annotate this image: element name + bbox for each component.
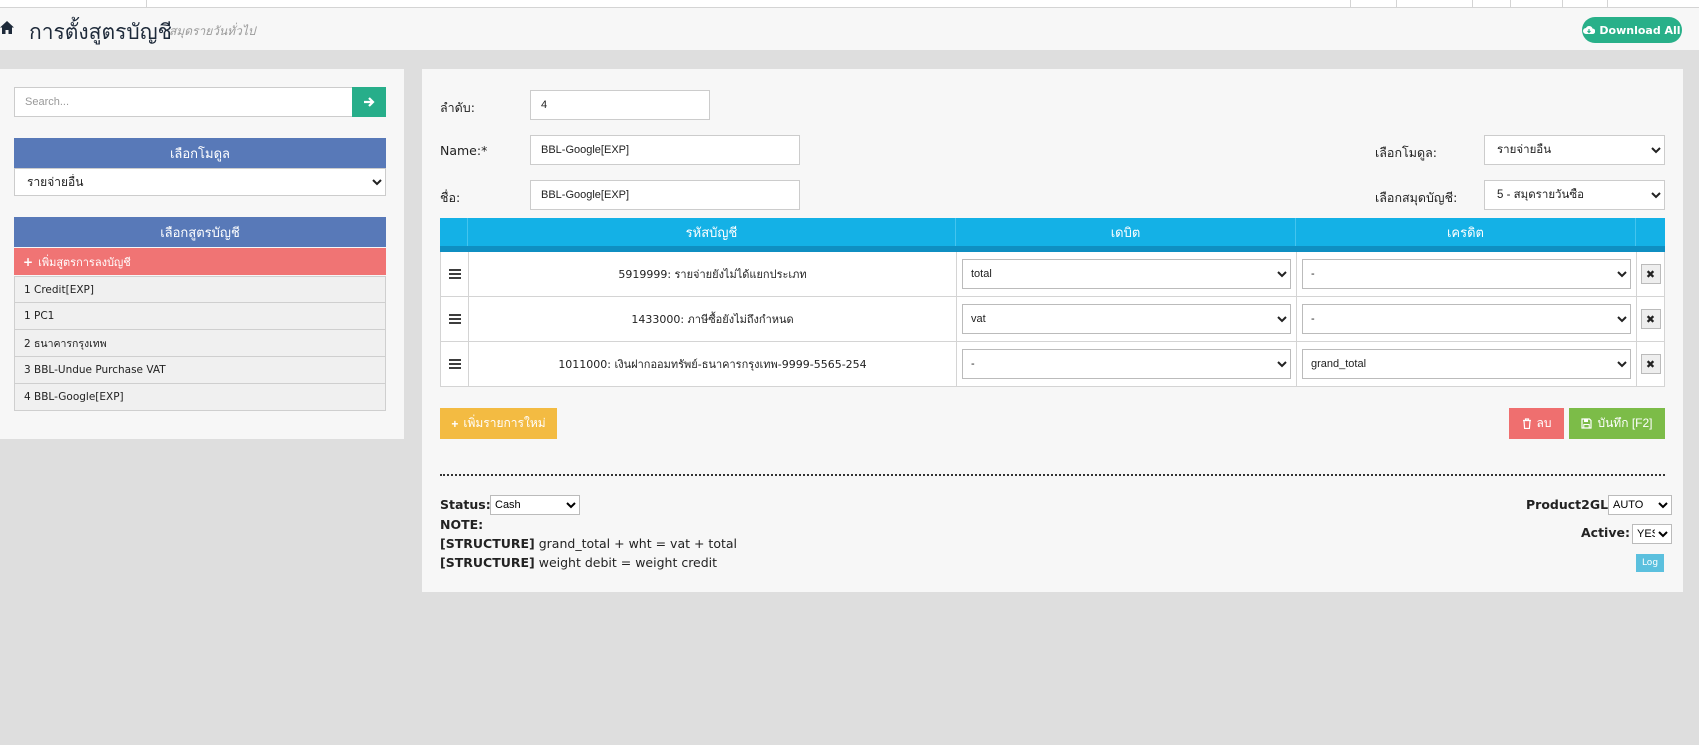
download-all-label: Download All (1599, 23, 1681, 37)
close-icon: ✖ (1645, 357, 1656, 371)
plus-icon: + (23, 254, 34, 269)
structure-tag: [STRUCTURE] (440, 536, 535, 551)
module-header: เลือกโมดูล (14, 138, 386, 168)
table-row: 5919999: รายจ่ายยังไม่ได้แยกประเภท total… (440, 252, 1665, 297)
table-row: 1011000: เงินฝากออมทรัพย์-ธนาคารกรุงเทพ-… (440, 342, 1665, 387)
module-label: เลือกโมดูล: (1375, 145, 1437, 160)
formula-list: 1 Credit[EXP] 1 PC1 2 ธนาคารกรุงเทพ 3 BB… (14, 276, 386, 411)
note-label: NOTE: (440, 517, 484, 532)
debit-select[interactable]: vat (962, 304, 1291, 334)
close-icon: ✖ (1645, 312, 1656, 326)
delete-button[interactable]: ลบ (1509, 408, 1564, 439)
table-row: 1433000: ภาษีซื้อยังไม่ถึงกำหนด vat - ✖ (440, 297, 1665, 342)
structure-tag: [STRUCTURE] (440, 555, 535, 570)
name-label: Name:* (440, 143, 488, 158)
page-title: การตั้งสูตรบัญชี (29, 20, 172, 44)
formula-item[interactable]: 4 BBL-Google[EXP] (14, 384, 386, 411)
remove-row-button[interactable]: ✖ (1640, 264, 1661, 284)
arrow-right-icon (364, 97, 375, 107)
cloud-download-icon (1583, 26, 1596, 34)
thai-name-label: ชื่อ: (440, 190, 461, 205)
structure-text: weight debit = weight credit (538, 555, 718, 570)
active-label: Active: (1581, 525, 1630, 540)
credit-select[interactable]: grand_total (1302, 349, 1631, 379)
sidebar-panel: เลือกโมดูล รายจ่ายอื่น เลือกสูตรบัญชี + … (0, 69, 404, 439)
close-icon: ✖ (1645, 267, 1656, 281)
debit-column-header: เดบิต (956, 218, 1296, 246)
module-select-main[interactable]: รายจ่ายอื่น (1484, 135, 1665, 165)
download-all-button[interactable]: Download All (1582, 17, 1682, 43)
credit-select[interactable]: - (1302, 304, 1631, 334)
account-table: รหัสบัญชี เดบิต เครดิต 5919999: รายจ่ายย… (440, 218, 1665, 387)
active-select[interactable]: YES (1632, 524, 1672, 544)
remove-row-button[interactable]: ✖ (1640, 354, 1661, 374)
table-header: รหัสบัญชี เดบิต เครดิต (440, 218, 1665, 252)
top-nav-strip (0, 0, 1699, 8)
status-select[interactable]: Cash (490, 495, 580, 515)
journal-select[interactable]: 5 - สมุดรายวันซื้อ (1484, 180, 1665, 210)
code-column-header: รหัสบัญชี (468, 218, 956, 246)
formula-editor-panel: ลำดับ: Name:* ชื่อ: เลือกโมดูล: รายจ่ายอ… (422, 69, 1683, 592)
formula-header: เลือกสูตรบัญชี (14, 217, 386, 247)
product2gl-select[interactable]: AUTO (1608, 495, 1672, 515)
trash-icon (1522, 418, 1531, 429)
formula-item[interactable]: 1 PC1 (14, 303, 386, 330)
add-formula-button[interactable]: + เพิ่มสูตรการลงบัญชี (14, 248, 386, 275)
floppy-disk-icon (1581, 418, 1593, 429)
delete-label: ลบ (1536, 416, 1552, 430)
action-column-header (1636, 218, 1665, 246)
search-input[interactable] (14, 87, 353, 117)
handle-column-header (440, 218, 468, 246)
formula-item[interactable]: 3 BBL-Undue Purchase VAT (14, 357, 386, 384)
account-code: 1433000: ภาษีซื้อยังไม่ถึงกำหนด (469, 297, 957, 341)
remove-row-button[interactable]: ✖ (1640, 309, 1661, 329)
debit-select[interactable]: total (962, 259, 1291, 289)
home-icon[interactable] (0, 20, 14, 36)
formula-item[interactable]: 2 ธนาคารกรุงเทพ (14, 330, 386, 357)
search-button[interactable] (352, 87, 386, 117)
order-label: ลำดับ: (440, 100, 475, 115)
drag-handle-icon[interactable] (441, 252, 469, 296)
structure-text: grand_total + wht = vat + total (538, 536, 738, 551)
status-label: Status: (440, 497, 491, 512)
credit-select[interactable]: - (1302, 259, 1631, 289)
credit-column-header: เครดิต (1296, 218, 1636, 246)
plus-icon: + (451, 416, 459, 431)
add-formula-label: เพิ่มสูตรการลงบัญชี (38, 255, 131, 269)
account-code: 1011000: เงินฝากออมทรัพย์-ธนาคารกรุงเทพ-… (469, 342, 957, 386)
drag-handle-icon[interactable] (441, 297, 469, 341)
debit-select[interactable]: - (962, 349, 1291, 379)
log-button[interactable]: Log (1636, 554, 1664, 572)
save-label: บันทึก [F2] (1597, 416, 1653, 430)
journal-label: เลือกสมุดบัญชี: (1375, 190, 1458, 205)
product2gl-label: Product2GL: (1526, 497, 1614, 512)
module-select[interactable]: รายจ่ายอื่น (14, 168, 386, 196)
page-header: การตั้งสูตรบัญชี สมุดรายวันทั่วไป Downlo… (0, 8, 1699, 50)
section-divider (440, 474, 1665, 476)
name-input[interactable] (530, 135, 800, 165)
save-button[interactable]: บันทึก [F2] (1569, 408, 1665, 439)
add-item-label: เพิ่มรายการใหม่ (463, 416, 546, 430)
thai-name-input[interactable] (530, 180, 800, 210)
order-input[interactable] (530, 90, 710, 120)
structure-note: [STRUCTURE] grand_total + wht = vat + to… (440, 536, 737, 551)
account-code: 5919999: รายจ่ายยังไม่ได้แยกประเภท (469, 252, 957, 296)
drag-handle-icon[interactable] (441, 342, 469, 386)
page-subtitle: สมุดรายวันทั่วไป (169, 24, 256, 38)
structure-note: [STRUCTURE] weight debit = weight credit (440, 555, 717, 570)
add-item-button[interactable]: + เพิ่มรายการใหม่ (440, 408, 557, 439)
formula-item[interactable]: 1 Credit[EXP] (14, 276, 386, 303)
